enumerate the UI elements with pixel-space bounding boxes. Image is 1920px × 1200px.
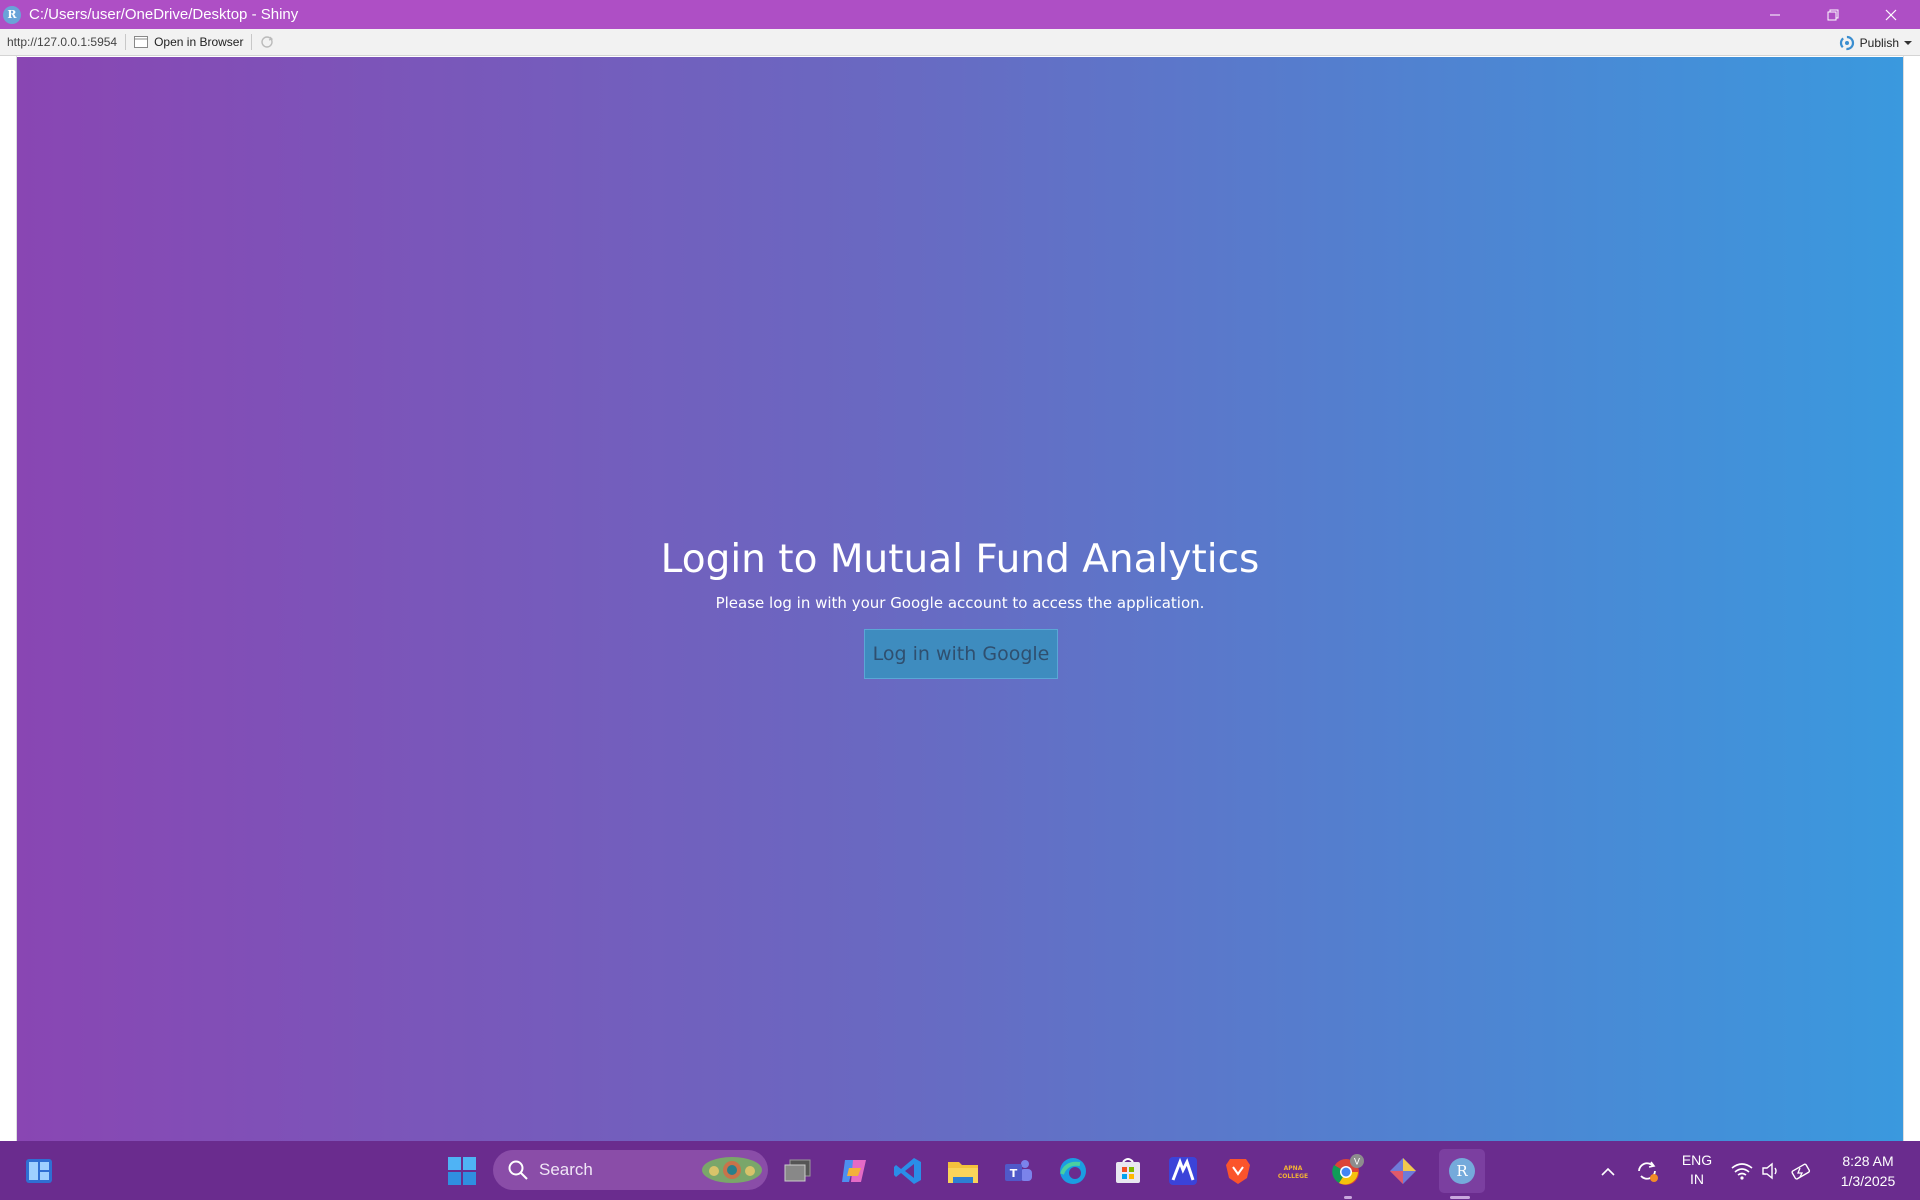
restore-icon <box>1827 9 1839 20</box>
task-view-icon <box>784 1159 811 1182</box>
vscode-button[interactable] <box>889 1152 927 1190</box>
viewer-margin-right <box>1903 56 1920 1141</box>
widgets-button[interactable] <box>24 1156 54 1186</box>
speaker-icon <box>1762 1162 1777 1180</box>
git-tool-button[interactable] <box>1384 1152 1422 1190</box>
app-m-button[interactable] <box>1164 1152 1202 1190</box>
svg-text:APNA: APNA <box>1284 1165 1303 1172</box>
chevron-up-icon <box>1601 1167 1615 1176</box>
toolbar-separator <box>125 34 127 50</box>
chrome-icon: V <box>1332 1154 1364 1185</box>
sync-icon <box>1638 1161 1658 1182</box>
taskbar-search[interactable]: Search <box>493 1150 768 1190</box>
minimize-icon <box>1770 14 1780 15</box>
publish-button[interactable]: Publish <box>1839 29 1912 56</box>
language-indicator[interactable]: ENG IN <box>1680 1151 1714 1189</box>
teams-icon: T <box>1005 1160 1032 1181</box>
folder-icon <box>948 1162 978 1183</box>
volume-button[interactable] <box>1754 1152 1788 1190</box>
svg-text:T: T <box>1010 1167 1018 1180</box>
search-highlight-icon <box>702 1157 762 1183</box>
region-code: IN <box>1690 1171 1704 1187</box>
window-title: C:/Users/user/OneDrive/Desktop - Shiny <box>29 6 299 23</box>
google-login-button[interactable]: Log in with Google <box>864 629 1058 679</box>
battery-button[interactable] <box>1785 1152 1819 1190</box>
sync-status-button[interactable] <box>1630 1152 1664 1190</box>
login-subtitle: Please log in with your Google account t… <box>715 594 1205 612</box>
chevron-down-icon <box>1904 40 1912 45</box>
close-button[interactable] <box>1862 0 1920 29</box>
toolbar-separator <box>251 34 253 50</box>
close-icon <box>1885 9 1897 20</box>
chrome-button[interactable]: V <box>1329 1152 1367 1190</box>
open-in-browser-label: Open in Browser <box>154 35 244 49</box>
show-hidden-icons-button[interactable] <box>1591 1152 1625 1190</box>
restore-button[interactable] <box>1804 0 1862 29</box>
minimize-button[interactable] <box>1746 0 1804 29</box>
svg-text:COLLEGE: COLLEGE <box>1278 1173 1308 1180</box>
widgets-icon <box>26 1159 52 1183</box>
diamond-app-icon <box>1390 1158 1416 1184</box>
brave-icon <box>1226 1159 1250 1184</box>
publish-label: Publish <box>1859 35 1899 50</box>
copilot-button[interactable] <box>835 1152 873 1190</box>
wifi-icon <box>1731 1163 1753 1180</box>
refresh-button[interactable] <box>260 35 274 49</box>
microsoft-store-button[interactable] <box>1109 1152 1147 1190</box>
m-app-icon <box>1169 1157 1197 1185</box>
login-title: Login to Mutual Fund Analytics <box>660 537 1260 582</box>
clock[interactable]: 8:28 AM 1/3/2025 <box>1826 1151 1910 1191</box>
r-app-icon: R <box>3 5 21 24</box>
apna-college-icon: APNA COLLEGE <box>1278 1165 1308 1180</box>
file-explorer-button[interactable] <box>944 1152 982 1190</box>
clock-date: 1/3/2025 <box>1840 1173 1896 1189</box>
brave-button[interactable] <box>1219 1152 1257 1190</box>
open-in-browser-button[interactable]: Open in Browser <box>134 35 243 49</box>
search-placeholder: Search <box>539 1160 593 1179</box>
url-label[interactable]: http://127.0.0.1:5954 <box>7 35 117 49</box>
login-panel: Login to Mutual Fund Analytics Please lo… <box>17 57 1903 1141</box>
windows-start-icon <box>448 1157 476 1185</box>
open-in-browser-icon <box>134 36 149 48</box>
task-view-button[interactable] <box>779 1152 817 1190</box>
chrome-profile-letter: V <box>1354 1158 1361 1168</box>
r-icon: R <box>1449 1158 1475 1184</box>
viewer-margin-left <box>0 56 17 1141</box>
viewer-toolbar: http://127.0.0.1:5954 Open in Browser Pu… <box>0 29 1920 56</box>
search-icon <box>508 1160 528 1180</box>
vscode-icon <box>894 1158 921 1184</box>
window-controls <box>1746 0 1920 29</box>
refresh-icon <box>261 36 274 48</box>
publish-icon <box>1839 35 1854 50</box>
store-icon <box>1116 1158 1140 1183</box>
window-titlebar: R C:/Users/user/OneDrive/Desktop - Shiny <box>0 0 1920 29</box>
clock-time: 8:28 AM <box>1842 1153 1894 1169</box>
rstudio-button[interactable]: R <box>1439 1149 1485 1193</box>
copilot-icon <box>842 1160 866 1182</box>
apna-college-button[interactable]: APNA COLLEGE <box>1274 1152 1312 1190</box>
active-indicator <box>1450 1196 1470 1199</box>
r-letter: R <box>1456 1162 1468 1180</box>
start-button[interactable] <box>443 1152 481 1190</box>
taskbar: Search T APNA COLLEGE V R ENG IN 8:28 AM… <box>0 1141 1920 1200</box>
battery-charging-icon <box>1791 1163 1811 1180</box>
edge-icon <box>1060 1158 1086 1184</box>
running-indicator <box>1344 1196 1352 1199</box>
app-content: Login to Mutual Fund Analytics Please lo… <box>17 57 1903 1141</box>
language-code: ENG <box>1681 1152 1713 1168</box>
teams-button[interactable]: T <box>999 1152 1037 1190</box>
edge-button[interactable] <box>1054 1152 1092 1190</box>
